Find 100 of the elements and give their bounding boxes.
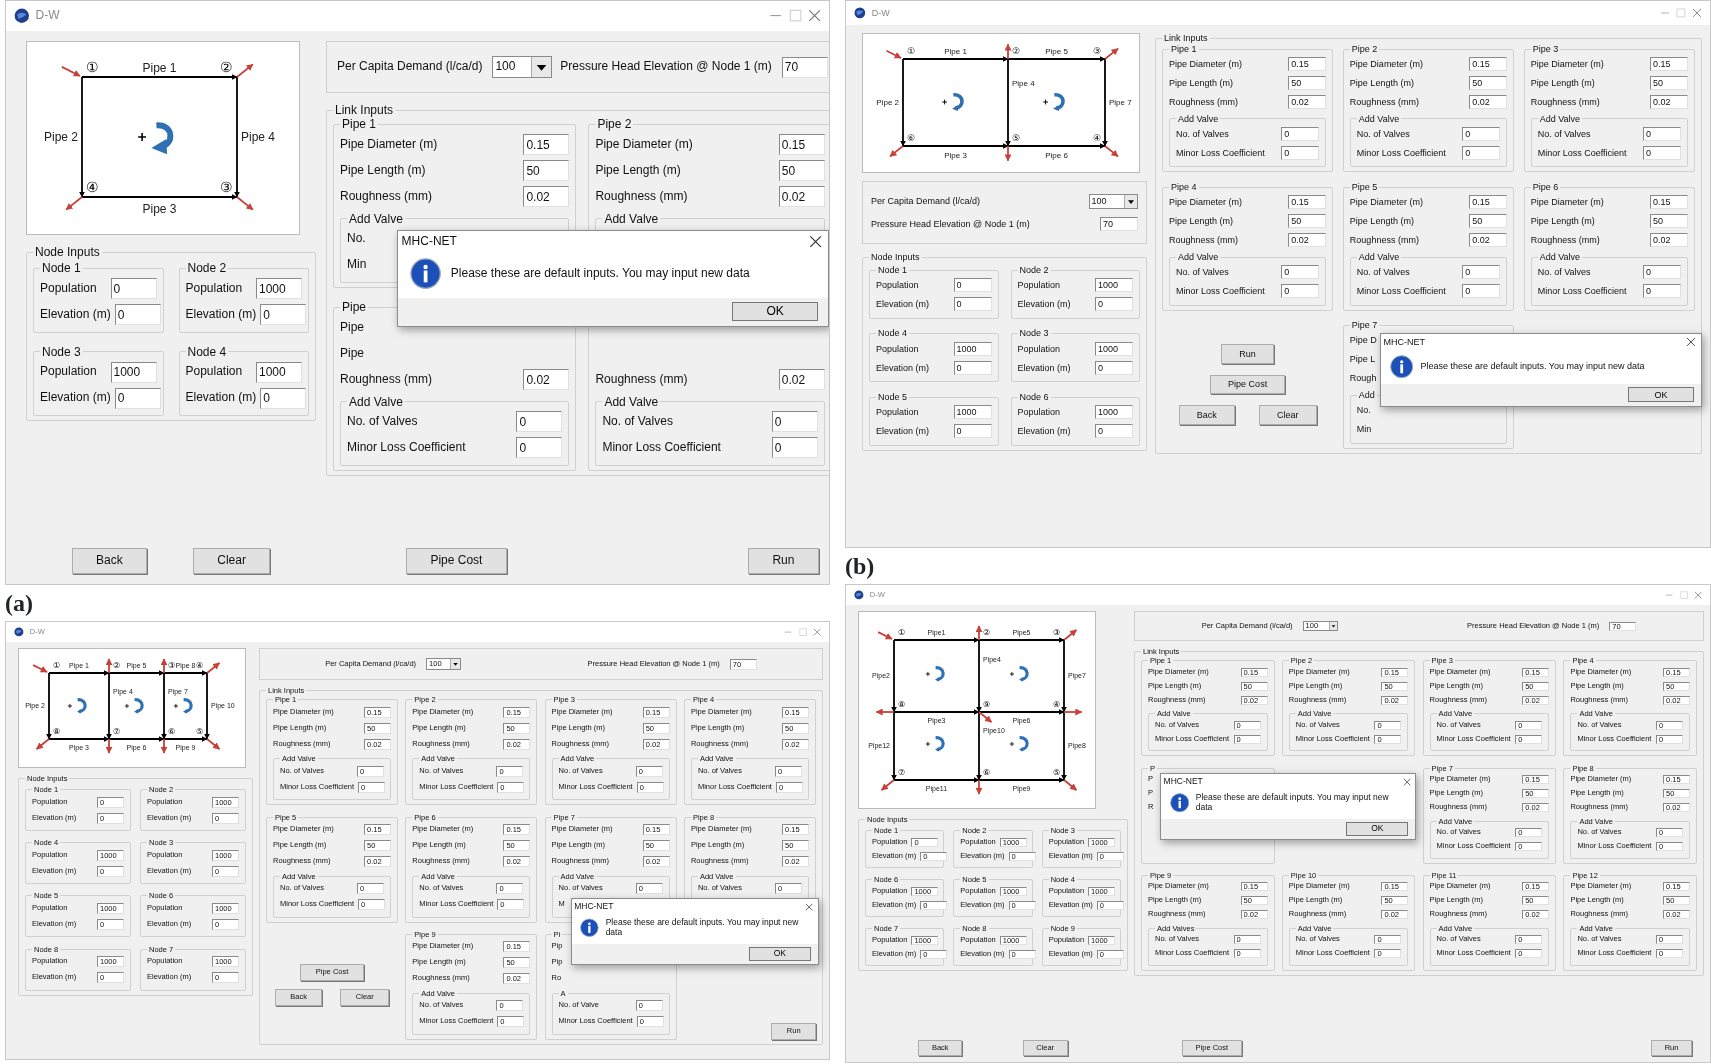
input-field[interactable]: 0 [110, 278, 157, 300]
input-field[interactable]: 0.15 [1469, 195, 1508, 210]
ok-button[interactable]: OK [1346, 821, 1409, 837]
input-field[interactable]: 1000 [1095, 278, 1133, 293]
input-field[interactable]: 1000 [256, 361, 302, 383]
input-field[interactable]: 0 [953, 360, 992, 375]
input-field[interactable]: 0.15 [523, 134, 570, 156]
input-field[interactable]: 50 [1288, 214, 1327, 229]
caret-icon[interactable] [1328, 622, 1337, 631]
input-field[interactable]: 0 [260, 387, 307, 409]
input-field[interactable]: 0.02 [1288, 95, 1327, 110]
input-field[interactable]: 0.02 [1469, 95, 1508, 110]
demand-arrow [877, 631, 893, 640]
input-field[interactable]: 0 [260, 304, 307, 326]
field-label: Pipe Length (m) [340, 163, 426, 178]
input-field[interactable]: 70 [781, 56, 828, 78]
window-title: D-W [871, 7, 890, 19]
input-field[interactable]: 0.02 [523, 369, 570, 391]
action-button[interactable]: Run [748, 547, 819, 574]
field-label: Minor Loss Coefficient [347, 441, 466, 455]
input-field[interactable]: 0 [1095, 360, 1133, 375]
input-field[interactable]: 0.15 [1650, 57, 1688, 72]
input-field[interactable]: 50 [523, 160, 570, 182]
input-field[interactable]: 50 [1469, 76, 1508, 91]
input-field[interactable]: 0.15 [1469, 57, 1508, 72]
input-field[interactable]: 0 [953, 297, 992, 312]
input-field[interactable]: 0 [1462, 265, 1501, 280]
close-icon[interactable] [805, 902, 814, 911]
input-field[interactable]: 50 [1650, 76, 1688, 91]
input-field[interactable]: 0 [1281, 126, 1320, 141]
input-field[interactable]: 50 [1288, 76, 1327, 91]
caret-icon[interactable] [531, 57, 552, 77]
ok-button[interactable]: OK [731, 302, 819, 322]
input-field[interactable]: 0.15 [778, 134, 825, 156]
caret-icon[interactable] [450, 659, 461, 670]
input-field[interactable]: 1000 [1095, 341, 1133, 356]
pipe-label: Pipe 2 [876, 98, 899, 108]
action-button[interactable]: Pipe Cost [406, 547, 507, 574]
input-field[interactable]: 0 [1643, 284, 1681, 299]
input-field[interactable]: 1000 [953, 405, 992, 420]
ok-button[interactable]: OK [1628, 387, 1694, 403]
group-title: Node 1 [41, 261, 82, 276]
input-field[interactable]: 0 [771, 437, 818, 459]
input-field[interactable]: 0 [953, 424, 992, 439]
input-field[interactable]: 0 [953, 278, 992, 293]
demand-arrow [1004, 43, 1012, 60]
input-field[interactable]: 0.15 [1650, 195, 1688, 210]
input-field[interactable]: 0 [1643, 126, 1681, 141]
input-field[interactable]: 0 [1643, 145, 1681, 160]
input-field[interactable]: 0 [771, 411, 818, 433]
input-field[interactable]: 0 [1643, 265, 1681, 280]
window-title: D-W [35, 9, 60, 23]
action-button[interactable]: Run [1221, 344, 1274, 365]
field-label: Elevation (m) [185, 391, 257, 406]
input-field[interactable]: 0 [114, 387, 161, 409]
input-field[interactable]: 0 [1462, 284, 1501, 299]
input-field[interactable]: 0.02 [778, 186, 825, 208]
input-field[interactable]: 0 [1281, 284, 1320, 299]
input-field[interactable]: 1000 [1095, 405, 1133, 420]
input-field[interactable]: 0.02 [1650, 233, 1688, 248]
caret-icon[interactable] [1124, 194, 1137, 208]
input-field[interactable]: 1000 [953, 341, 992, 356]
field-label: Population [1017, 406, 1061, 418]
input-field[interactable]: 50 [778, 160, 825, 182]
demand-dropdown[interactable]: 100 [492, 56, 553, 78]
input-field[interactable]: 0 [114, 304, 161, 326]
field-label: Pressure Head Elevation @ Node 1 (m) [560, 60, 772, 74]
input-field[interactable]: 0.15 [1288, 57, 1327, 72]
input-field[interactable]: 0 [516, 411, 563, 433]
input-field[interactable]: 0.02 [1288, 233, 1327, 248]
action-button[interactable]: Clear [1258, 404, 1317, 425]
field-label: No. of Valves [1176, 266, 1229, 278]
input-field[interactable]: 0.02 [778, 369, 825, 391]
close-icon[interactable] [1402, 777, 1411, 786]
action-button[interactable]: Pipe Cost [1210, 374, 1286, 395]
input-field[interactable]: 0 [516, 437, 563, 459]
input-field[interactable]: 0 [1462, 126, 1501, 141]
close-icon[interactable] [808, 235, 822, 249]
action-button[interactable]: Back [1178, 404, 1235, 425]
input-field[interactable]: 1000 [256, 278, 302, 300]
input-field[interactable]: 0.02 [1469, 233, 1508, 248]
ok-button[interactable]: OK [748, 946, 811, 962]
input-field[interactable]: 0.02 [1650, 95, 1688, 110]
input-field[interactable]: 1000 [110, 361, 157, 383]
input-field[interactable]: 0 [1281, 265, 1320, 280]
input-field[interactable]: 0 [1281, 145, 1320, 160]
input-field[interactable]: 70 [1100, 217, 1138, 232]
action-button[interactable]: Clear [192, 547, 271, 574]
input-field[interactable]: 0.15 [1288, 195, 1327, 210]
input-field[interactable]: 0 [1095, 297, 1133, 312]
demand-dropdown[interactable]: 100 [1088, 193, 1138, 209]
field-label: Elevation (m) [1017, 299, 1071, 310]
input-field[interactable]: 0 [1095, 424, 1133, 439]
action-button[interactable]: Back [71, 547, 148, 574]
input-field[interactable]: 50 [1650, 214, 1688, 229]
input-field[interactable]: 0.02 [523, 186, 570, 208]
input-field[interactable]: 50 [1469, 214, 1508, 229]
close-icon[interactable] [1686, 337, 1697, 348]
input-field[interactable]: 0 [1462, 145, 1501, 160]
demand-arrow [32, 664, 48, 673]
